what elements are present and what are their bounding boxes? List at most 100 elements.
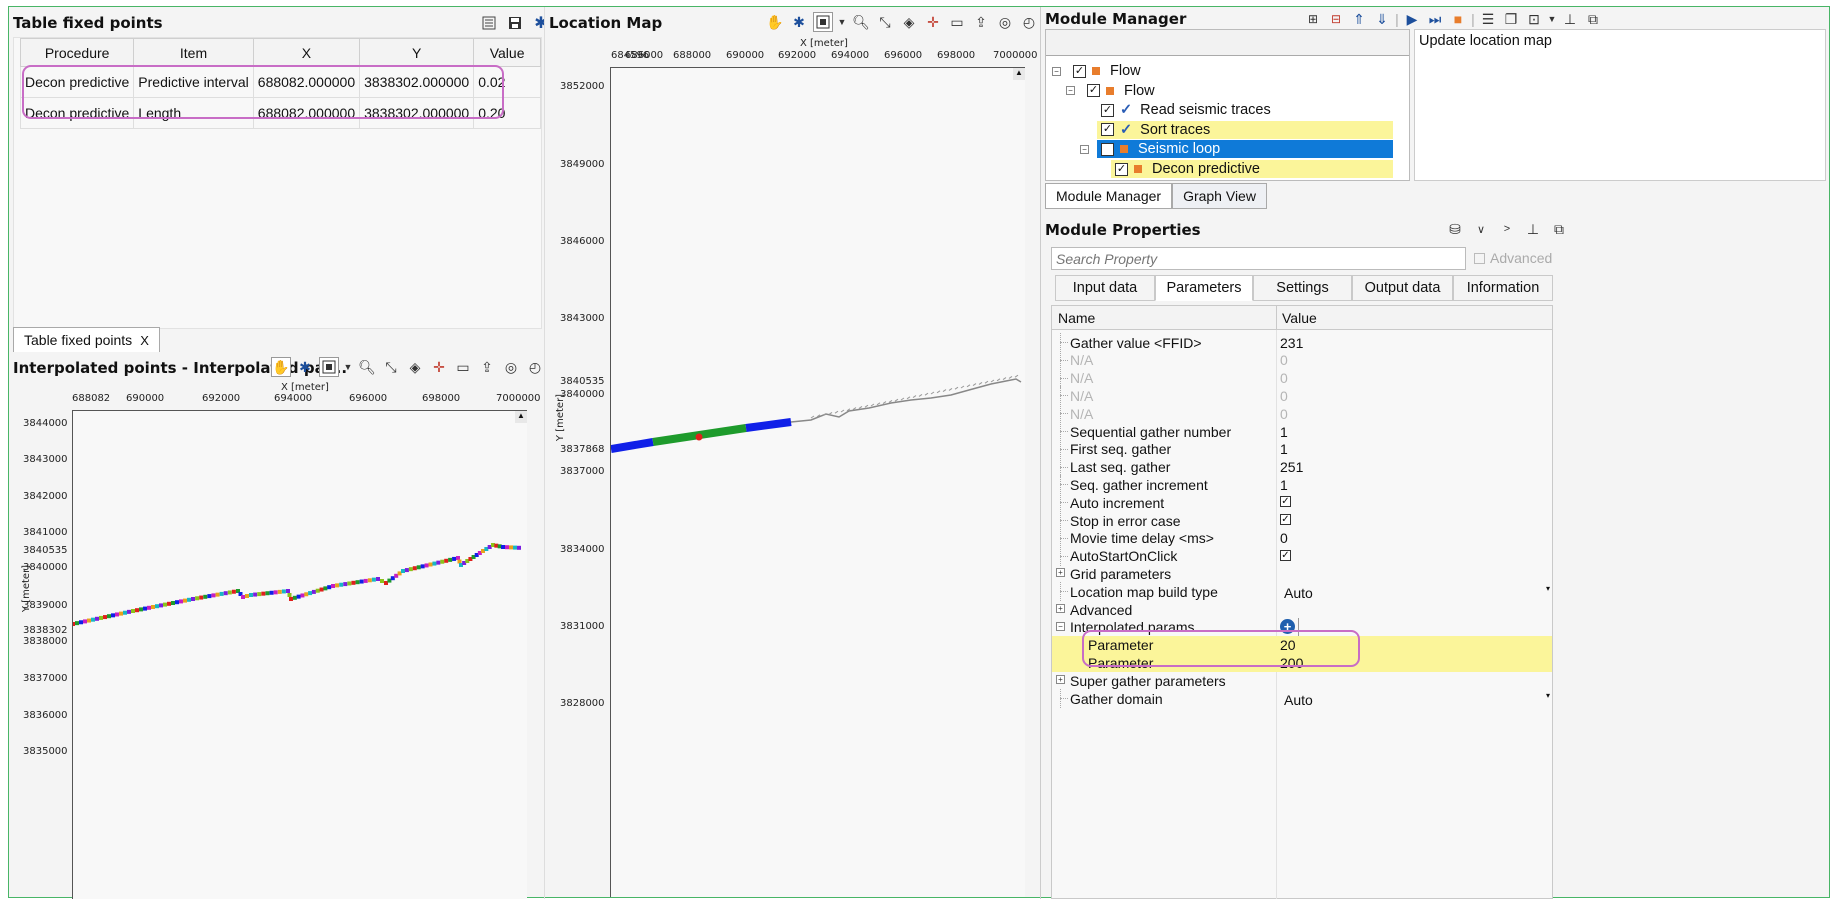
list-view-icon[interactable]: ☰: [1478, 9, 1498, 29]
zoom-reset-icon[interactable]: ◎: [501, 357, 521, 377]
gear-icon[interactable]: ✱: [531, 13, 544, 33]
list-view-icon[interactable]: [479, 13, 499, 33]
property-value[interactable]: 20: [1280, 637, 1296, 653]
checkbox[interactable]: ✓: [1073, 64, 1086, 78]
property-value[interactable]: 1: [1280, 441, 1288, 457]
tab-output-data[interactable]: Output data: [1352, 275, 1453, 301]
property-row[interactable]: Stop in error case ✓: [1052, 511, 1552, 530]
compass-icon[interactable]: ◴: [525, 357, 544, 377]
tab-module-manager[interactable]: Module Manager: [1045, 183, 1173, 209]
window-menu-icon[interactable]: ⊡: [1524, 9, 1544, 29]
pan-hand-icon[interactable]: ✋: [765, 12, 785, 32]
table-cell[interactable]: 0.02: [473, 66, 541, 98]
property-row[interactable]: Seq. gather increment 1: [1052, 475, 1552, 495]
property-value[interactable]: 1: [1280, 424, 1288, 440]
checkbox[interactable]: ✓: [1101, 103, 1114, 117]
close-icon[interactable]: X: [140, 333, 149, 348]
advanced-checkbox-wrap[interactable]: Advanced: [1474, 250, 1552, 266]
scrollbar-up-arrow[interactable]: ▲: [1013, 68, 1025, 80]
expand-icon[interactable]: +: [1056, 604, 1065, 613]
pan-hand-icon[interactable]: ✋: [271, 357, 291, 377]
comment-icon[interactable]: ▭: [947, 12, 967, 32]
crosshair-icon[interactable]: ✛: [923, 12, 943, 32]
property-row[interactable]: First seq. gather 1: [1052, 439, 1552, 459]
tree-item-body[interactable]: ✓ Flow: [1069, 62, 1393, 80]
stop-icon[interactable]: ■: [1448, 9, 1468, 29]
property-value[interactable]: 1: [1280, 477, 1288, 493]
column-header[interactable]: X: [252, 38, 361, 67]
property-row[interactable]: N/A 0: [1052, 350, 1552, 370]
dropdown-caret-icon[interactable]: ▼: [343, 357, 353, 377]
tree-item-body[interactable]: ✓ Seismic loop: [1097, 140, 1393, 159]
layers-icon[interactable]: ◈: [405, 357, 425, 377]
property-value[interactable]: 0: [1280, 352, 1288, 368]
property-row[interactable]: − Interpolated params +: [1052, 617, 1552, 637]
property-row[interactable]: Parameter 200: [1052, 653, 1552, 673]
property-row[interactable]: Sequential gather number 1: [1052, 422, 1552, 441]
tree-item-body[interactable]: ✓ Decon predictive: [1111, 160, 1393, 178]
property-row[interactable]: Last seq. gather 251: [1052, 457, 1552, 477]
add-parameter-icon[interactable]: +: [1280, 618, 1295, 634]
property-value[interactable]: 200: [1280, 655, 1303, 671]
property-row[interactable]: Auto increment ✓: [1052, 493, 1552, 513]
table-cell[interactable]: 688082.000000: [252, 97, 361, 129]
tab-settings[interactable]: Settings: [1253, 275, 1352, 301]
property-row[interactable]: + Super gather parameters: [1052, 671, 1552, 690]
checkbox[interactable]: ✓: [1115, 162, 1128, 176]
property-row[interactable]: Gather value <FFID> 231: [1052, 333, 1552, 352]
table-cell[interactable]: 0.20: [473, 97, 541, 129]
tab-parameters[interactable]: Parameters: [1155, 275, 1253, 301]
property-row[interactable]: N/A 0: [1052, 404, 1552, 424]
checkbox[interactable]: ✓: [1101, 123, 1114, 137]
table-cell[interactable]: Length: [133, 97, 254, 129]
dropdown-caret-icon[interactable]: ▼: [837, 12, 847, 32]
table-cell[interactable]: 688082.000000: [252, 66, 361, 98]
table-row[interactable]: Decon predictive Length 688082.000000 38383…: [19, 97, 541, 129]
zoom-extent-icon[interactable]: [813, 12, 833, 32]
property-select[interactable]: Auto: [1284, 692, 1313, 708]
property-checkbox[interactable]: ✓: [1280, 496, 1291, 508]
run-step-icon[interactable]: ⏭: [1425, 9, 1445, 29]
tab-graph-view[interactable]: Graph View: [1172, 183, 1267, 209]
property-row[interactable]: Parameter 20: [1052, 635, 1552, 655]
tree-item[interactable]: ✓ Decon predictive: [1094, 158, 1393, 180]
table-cell[interactable]: 3838302.000000: [359, 66, 475, 98]
zoom-icon[interactable]: 🔍︎: [851, 12, 871, 32]
property-value[interactable]: 0: [1280, 406, 1288, 422]
tree-item-body[interactable]: ✓ ✓ Read seismic traces: [1097, 101, 1393, 119]
run-icon[interactable]: ▶: [1402, 9, 1422, 29]
restore-window-icon[interactable]: ⧉: [1549, 219, 1569, 239]
tree-item-body[interactable]: ✓ ✓ Sort traces: [1097, 120, 1393, 139]
column-header[interactable]: Value: [473, 38, 541, 67]
property-row[interactable]: AutoStartOnClick ✓: [1052, 546, 1552, 566]
property-row[interactable]: Location map build type Auto ▾: [1052, 582, 1552, 602]
table-cell[interactable]: Decon predictive: [19, 66, 135, 98]
remove-module-icon[interactable]: ⊟: [1326, 9, 1346, 29]
map-plot-area[interactable]: ▲: [610, 67, 1025, 897]
property-checkbox[interactable]: ✓: [1280, 514, 1291, 525]
table-cell[interactable]: 3838302.000000: [359, 97, 475, 129]
property-row[interactable]: N/A 0: [1052, 386, 1552, 406]
copy-icon[interactable]: ❐: [1501, 9, 1521, 29]
pin-icon[interactable]: ⊥: [1560, 9, 1580, 29]
checkbox[interactable]: ✓: [1101, 142, 1114, 156]
gear-icon[interactable]: ✱: [789, 12, 809, 32]
tab-information[interactable]: Information: [1453, 275, 1553, 301]
chevron-right-icon[interactable]: >: [1497, 219, 1517, 239]
collapse-icon[interactable]: −: [1052, 66, 1061, 76]
scrollbar-up-arrow[interactable]: ▲: [515, 411, 527, 423]
collapse-icon[interactable]: −: [1080, 144, 1089, 154]
move-up-icon[interactable]: ⇑: [1349, 9, 1369, 29]
search-input[interactable]: [1052, 248, 1465, 269]
dropdown-caret-icon[interactable]: ▼: [1547, 9, 1557, 29]
move-down-icon[interactable]: ⇓: [1372, 9, 1392, 29]
dropdown-caret-icon[interactable]: ▾: [1546, 691, 1550, 700]
tab-input-data[interactable]: Input data: [1055, 275, 1155, 301]
property-row[interactable]: + Grid parameters: [1052, 564, 1552, 583]
property-row[interactable]: Movie time delay <ms> 0: [1052, 528, 1552, 548]
property-row[interactable]: + Advanced: [1052, 600, 1552, 619]
table-row[interactable]: Decon predictive Predictive interval 68808…: [19, 66, 541, 98]
property-select[interactable]: Auto: [1284, 585, 1313, 601]
property-row[interactable]: N/A 0: [1052, 368, 1552, 388]
layers-icon[interactable]: ◈: [899, 12, 919, 32]
